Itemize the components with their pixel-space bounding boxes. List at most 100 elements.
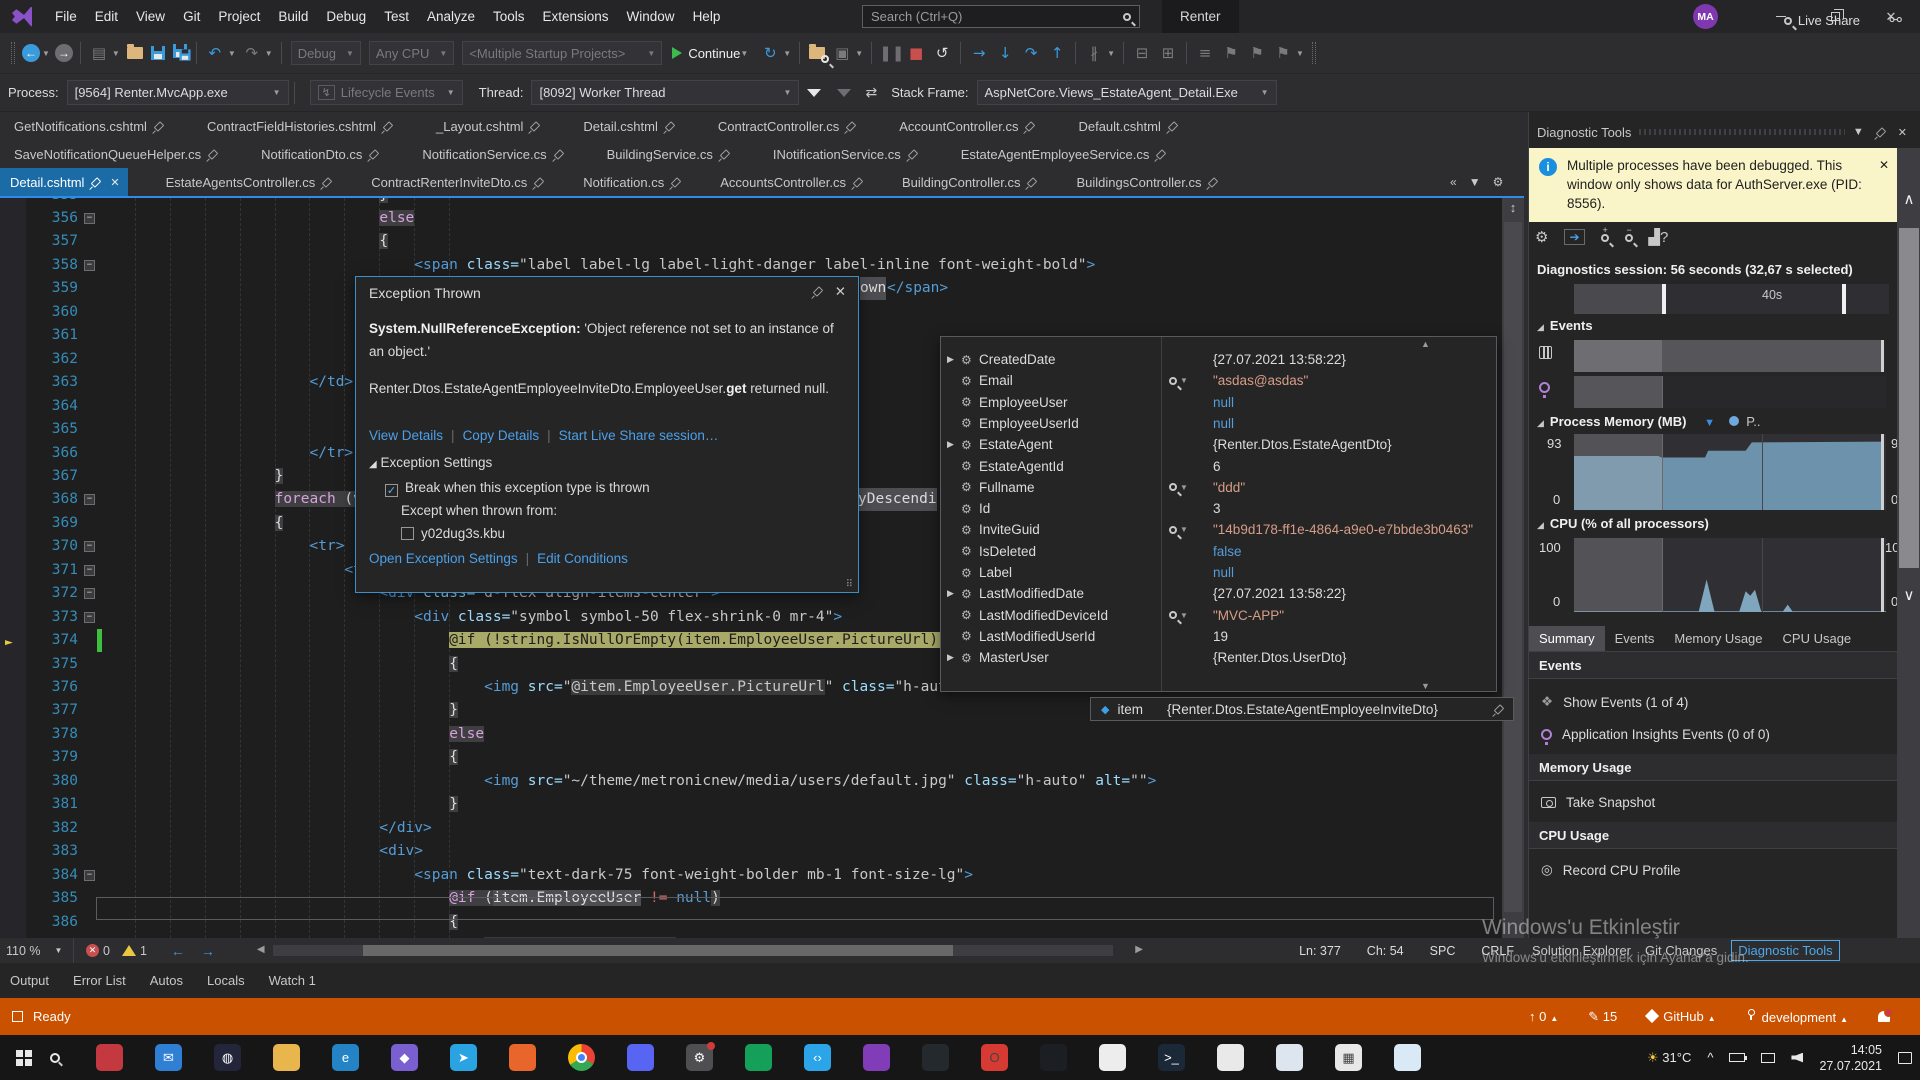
bookmark-icon[interactable]: ⚑: [1220, 44, 1242, 62]
browse-with-icon[interactable]: [809, 47, 825, 59]
datatip-row[interactable]: ⚙IsDeletedfalse: [941, 541, 1496, 562]
pin-icon[interactable]: [383, 121, 394, 132]
new-file-icon[interactable]: ▤: [88, 44, 110, 62]
taskbar-app-terminal[interactable]: >_: [1158, 1044, 1185, 1071]
editor-vertical-scrollbar[interactable]: ↕: [1502, 198, 1524, 938]
datatip-row[interactable]: ⚙Id3: [941, 498, 1496, 519]
process-dropdown[interactable]: [9564] Renter.MvcApp.exe▼: [67, 80, 289, 105]
link-copy-details[interactable]: Copy Details: [463, 428, 540, 443]
taskbar-app-vscode[interactable]: ‹›: [804, 1044, 831, 1071]
taskbar-app-app-red[interactable]: [96, 1044, 123, 1071]
collapse-icon[interactable]: ⊟: [1131, 44, 1153, 62]
menu-project[interactable]: Project: [209, 2, 269, 31]
datatip-row[interactable]: ⚙LastModifiedUserId19: [941, 626, 1496, 647]
volume-icon[interactable]: [1791, 1053, 1803, 1063]
selection-handle[interactable]: [1842, 284, 1846, 314]
expand-icon[interactable]: ▶: [947, 354, 961, 365]
taskbar-app-store[interactable]: ◆: [391, 1044, 418, 1071]
code-line[interactable]: 357{: [0, 230, 1502, 253]
tab-detail-cshtml[interactable]: Detail.cshtml: [583, 119, 675, 134]
fold-marker[interactable]: −: [84, 260, 95, 271]
hex-display-icon[interactable]: ∦: [1083, 44, 1105, 62]
pin-icon[interactable]: [1168, 121, 1179, 132]
zoom-in-icon[interactable]: +: [1601, 229, 1609, 246]
link-open-exception-settings[interactable]: Open Exception Settings: [369, 551, 518, 566]
taskbar-search-icon[interactable]: [50, 1053, 60, 1063]
action-center-icon[interactable]: [1898, 1052, 1912, 1064]
taskbar-app-photos[interactable]: ◍: [214, 1044, 241, 1071]
tabstrip-settings-icon[interactable]: ⚙: [1493, 175, 1504, 189]
pin-icon[interactable]: [1208, 177, 1219, 188]
code-line[interactable]: 379{: [0, 746, 1502, 769]
tab-contractrenterinvitedto-cs[interactable]: ContractRenterInviteDto.cs: [371, 175, 545, 190]
taskbar-app-edge[interactable]: e: [332, 1044, 359, 1071]
export-icon[interactable]: ➔: [1564, 229, 1584, 245]
scroll-right-icon[interactable]: ▶: [1135, 944, 1143, 955]
tray-expand-icon[interactable]: ^: [1707, 1050, 1713, 1065]
fold-marker[interactable]: −: [84, 612, 95, 623]
scroll-down-icon[interactable]: ∨: [1897, 586, 1920, 604]
tabstrip-overflow-icons[interactable]: «▼⚙: [1450, 168, 1525, 196]
branch-button[interactable]: development▲: [1746, 1009, 1848, 1025]
datatip-row[interactable]: ⚙Fullname▼"ddd": [941, 477, 1496, 498]
settings-gear-icon[interactable]: ⚙: [1535, 228, 1548, 246]
expand-icon[interactable]: ▶: [947, 652, 961, 663]
scroll-up-icon[interactable]: ▲: [1421, 339, 1430, 349]
fold-marker[interactable]: −: [84, 494, 95, 505]
tab-notification-cs[interactable]: Notification.cs: [583, 175, 682, 190]
step-over-icon[interactable]: ↷: [1020, 44, 1042, 62]
code-line[interactable]: 380<img src="~/theme/metronicnew/media/u…: [0, 770, 1502, 793]
restart-icon[interactable]: ↺: [931, 44, 953, 62]
weather-indicator[interactable]: ☀ 31°C: [1647, 1050, 1691, 1066]
selection-handle[interactable]: [1662, 284, 1666, 314]
diag-tab-events[interactable]: Events: [1605, 626, 1665, 651]
pin-icon[interactable]: [530, 121, 541, 132]
pin-icon[interactable]: [853, 177, 864, 188]
link-edit-conditions[interactable]: Edit Conditions: [537, 551, 628, 566]
filter-disabled-icon[interactable]: [837, 89, 851, 97]
datatip-row[interactable]: ▶⚙EstateAgent{Renter.Dtos.EstateAgentDto…: [941, 434, 1496, 455]
warning-icon[interactable]: [122, 945, 136, 956]
taskbar-app-app-window[interactable]: [1394, 1044, 1421, 1071]
events-section-header[interactable]: ◢Events: [1529, 318, 1920, 333]
datatip-row[interactable]: ⚙EmployeeUsernull: [941, 392, 1496, 413]
comment-icon[interactable]: ≡: [1194, 44, 1216, 62]
scroll-up-icon[interactable]: ∧: [1897, 190, 1920, 208]
fold-marker[interactable]: −: [84, 870, 95, 881]
start-button[interactable]: [16, 1050, 32, 1066]
link-start-live-share-session-[interactable]: Start Live Share session…: [559, 428, 719, 443]
taskbar-app-postman[interactable]: [1099, 1044, 1126, 1071]
pin-icon[interactable]: [1027, 177, 1038, 188]
expand-icon[interactable]: ▶: [947, 588, 961, 599]
next-bookmark-icon[interactable]: ⚑: [1272, 44, 1294, 62]
datatip-row[interactable]: ⚙EmployeeUserIdnull: [941, 413, 1496, 434]
navigate-back-icon[interactable]: ←: [22, 44, 40, 62]
filter-icon[interactable]: [807, 89, 821, 97]
taskbar-app-mail[interactable]: ✉: [155, 1044, 182, 1071]
step-into-icon[interactable]: ↓: [994, 44, 1016, 62]
pin-icon[interactable]: [720, 149, 731, 160]
tab-getnotifications-cshtml[interactable]: GetNotifications.cshtml: [14, 119, 165, 134]
close-icon[interactable]: ✕: [835, 284, 846, 300]
close-icon[interactable]: ✕: [1879, 156, 1889, 175]
timeline-ruler[interactable]: 40s: [1574, 284, 1889, 314]
pin-icon[interactable]: [369, 149, 380, 160]
datatip-row[interactable]: ▶⚙CreatedDate{27.07.2021 13:58:22}: [941, 349, 1496, 370]
code-line[interactable]: 381}: [0, 793, 1502, 816]
tab-buildingscontroller-cs[interactable]: BuildingsController.cs: [1076, 175, 1219, 190]
startup-project-dropdown[interactable]: <Multiple Startup Projects>▼: [462, 41, 662, 65]
splitter-grip-icon[interactable]: ↕: [1502, 200, 1524, 215]
save-icon[interactable]: [151, 46, 165, 60]
cpu-section-header[interactable]: ◢CPU (% of all processors): [1529, 516, 1920, 531]
pin-icon[interactable]: [154, 121, 165, 132]
menu-file[interactable]: File: [46, 2, 86, 31]
undo-icon[interactable]: ↶: [204, 44, 226, 62]
pause-icon[interactable]: ❚❚: [879, 44, 901, 62]
datatip-row[interactable]: ⚙EstateAgentId6: [941, 456, 1496, 477]
live-share-button[interactable]: Live Share: [1784, 0, 1860, 41]
close-icon[interactable]: ✕: [1898, 126, 1907, 139]
taskbar-app-chrome[interactable]: [568, 1044, 595, 1071]
code-line[interactable]: 358−<span class="label label-lg label-li…: [0, 254, 1502, 277]
diag-tab-summary[interactable]: Summary: [1529, 626, 1605, 651]
save-all-icon[interactable]: [169, 44, 191, 63]
